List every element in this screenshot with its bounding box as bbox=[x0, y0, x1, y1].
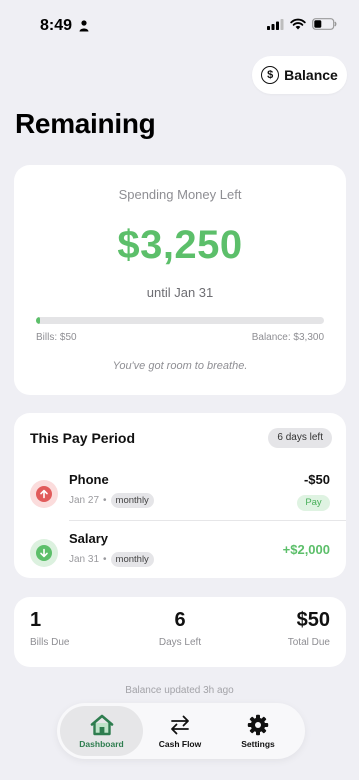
tab-label: Cash Flow bbox=[158, 738, 202, 749]
cellular-signal-icon bbox=[267, 18, 284, 30]
stat-label: Total Due bbox=[287, 637, 330, 648]
transaction-name: Phone bbox=[69, 472, 109, 487]
tab-settings[interactable]: Settings bbox=[221, 706, 295, 756]
tab-label: Settings bbox=[241, 738, 275, 749]
status-indicators bbox=[267, 18, 337, 30]
bills-caption: Bills: $50 bbox=[36, 332, 77, 343]
balance-button-label: Balance bbox=[284, 67, 338, 83]
stat-value: $50 bbox=[296, 609, 330, 631]
tab-bar: Dashboard Cash Flow Settings bbox=[57, 703, 305, 759]
stat-total-due: $50 Total Due bbox=[288, 609, 330, 648]
balance-button[interactable]: $ Balance bbox=[252, 56, 347, 94]
transaction-amount: +$2,000 bbox=[282, 542, 330, 557]
transaction-amount: -$50 bbox=[303, 472, 330, 487]
transaction-row-phone[interactable]: Phone Jan 27 • monthly -$50 Pay bbox=[14, 467, 346, 517]
tab-label: Dashboard bbox=[79, 738, 124, 749]
meta-separator: • bbox=[103, 554, 107, 565]
frequency-badge: monthly bbox=[110, 552, 154, 567]
pay-period-card: This Pay Period 6 days left Phone Jan 27… bbox=[14, 413, 346, 578]
meta-separator: • bbox=[103, 495, 107, 506]
stats-card: 1 Bills Due 6 Days Left $50 Total Due bbox=[14, 597, 346, 667]
spending-summary-card: Spending Money Left $3,250 until Jan 31 … bbox=[14, 165, 346, 395]
transaction-meta: Jan 27 • monthly bbox=[69, 493, 154, 508]
transaction-date: Jan 27 bbox=[69, 495, 100, 506]
pay-period-title: This Pay Period bbox=[30, 430, 136, 446]
frequency-badge: monthly bbox=[110, 493, 154, 508]
page-title: Remaining bbox=[15, 108, 156, 139]
tab-dashboard[interactable]: Dashboard bbox=[60, 706, 143, 756]
transaction-meta: Jan 31 • monthly bbox=[69, 552, 154, 567]
spending-until-date: until Jan 31 bbox=[146, 285, 214, 300]
spending-progress-bar bbox=[36, 317, 324, 324]
arrows-swap-icon bbox=[171, 715, 189, 734]
spending-amount: $3,250 bbox=[117, 223, 243, 267]
spending-progress-fill bbox=[36, 317, 41, 324]
balance-caption: Balance: $3,300 bbox=[251, 332, 324, 343]
spending-label: Spending Money Left bbox=[118, 187, 242, 202]
bill-arrow-up-icon bbox=[30, 480, 58, 508]
pay-button[interactable]: Pay bbox=[297, 495, 330, 511]
spending-message: You've got room to breathe. bbox=[112, 360, 248, 372]
house-icon bbox=[90, 714, 113, 735]
dollar-circle-icon: $ bbox=[261, 66, 280, 84]
gear-icon bbox=[247, 714, 269, 735]
balance-updated-note: Balance updated 3h ago bbox=[125, 685, 234, 696]
person-icon bbox=[79, 20, 89, 32]
transaction-name: Salary bbox=[69, 531, 109, 546]
battery-icon bbox=[312, 18, 337, 30]
tab-cash-flow[interactable]: Cash Flow bbox=[143, 706, 217, 756]
income-arrow-down-icon bbox=[30, 539, 58, 567]
transaction-row-salary[interactable]: Salary Jan 31 • monthly +$2,000 bbox=[14, 526, 346, 576]
transaction-date: Jan 31 bbox=[69, 554, 100, 565]
days-left-badge: 6 days left bbox=[268, 428, 332, 448]
status-time: 8:49 bbox=[40, 17, 73, 34]
status-bar: 8:49 bbox=[0, 14, 359, 38]
row-divider bbox=[69, 520, 346, 521]
wifi-icon bbox=[290, 18, 306, 30]
